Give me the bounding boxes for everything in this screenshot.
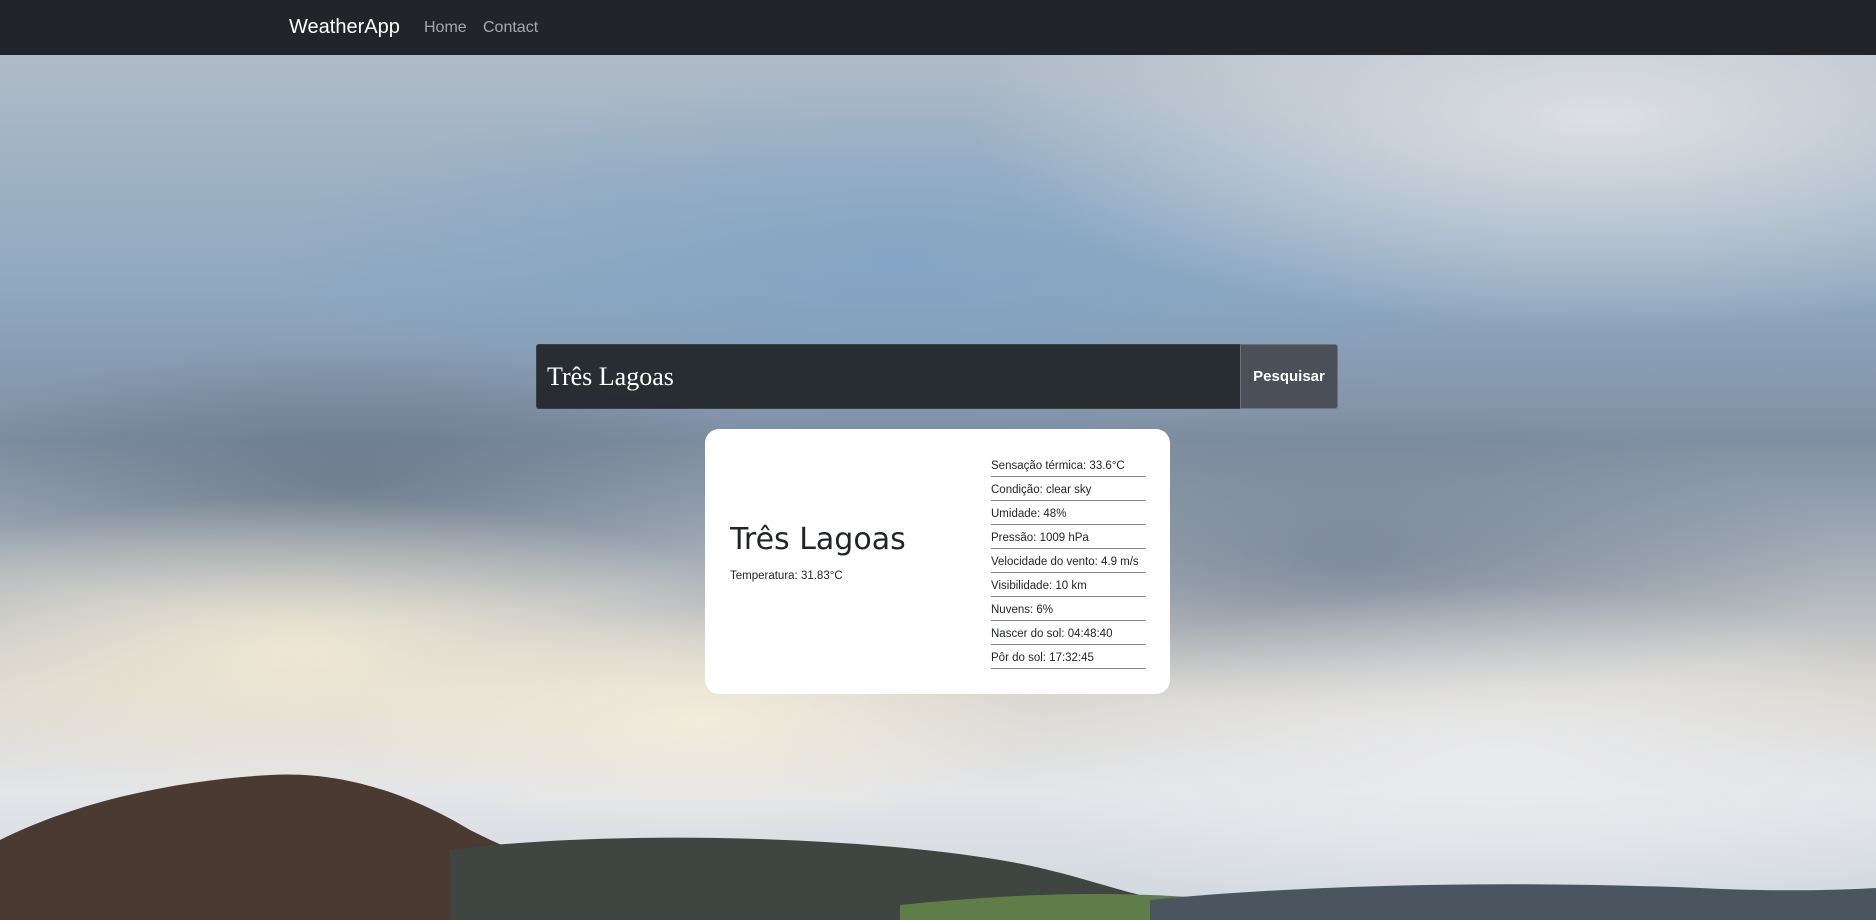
city-name: Três Lagoas xyxy=(730,522,906,557)
temperature-text: Temperatura: 31.83°C xyxy=(730,570,843,582)
search-button[interactable]: Pesquisar xyxy=(1240,344,1338,409)
detail-sunrise: Nascer do sol: 04:48:40 xyxy=(991,622,1146,645)
brand-link[interactable]: WeatherApp xyxy=(289,14,400,41)
nav-link-contact[interactable]: Contact xyxy=(483,17,538,39)
detail-pressure: Pressão: 1009 hPa xyxy=(991,526,1146,549)
weather-card: Três Lagoas Temperatura: 31.83°C Sensaçã… xyxy=(705,429,1170,694)
weather-details-list: Sensação térmica: 33.6°C Condição: clear… xyxy=(991,454,1146,669)
navbar: WeatherApp Home Contact xyxy=(0,0,1876,55)
city-search-input[interactable] xyxy=(536,344,1240,409)
detail-visibility: Visibilidade: 10 km xyxy=(991,574,1146,597)
hills-background xyxy=(0,774,1876,920)
detail-feels-like: Sensação térmica: 33.6°C xyxy=(991,454,1146,477)
detail-sunset: Pôr do sol: 17:32:45 xyxy=(991,646,1146,669)
detail-humidity: Umidade: 48% xyxy=(991,502,1146,525)
detail-condition: Condição: clear sky xyxy=(991,478,1146,501)
detail-wind-speed: Velocidade do vento: 4.9 m/s xyxy=(991,550,1146,573)
detail-clouds: Nuvens: 6% xyxy=(991,598,1146,621)
search-form: Pesquisar xyxy=(536,344,1338,409)
nav-link-home[interactable]: Home xyxy=(424,17,467,39)
page: WeatherApp Home Contact Pesquisar Três L… xyxy=(0,0,1876,920)
